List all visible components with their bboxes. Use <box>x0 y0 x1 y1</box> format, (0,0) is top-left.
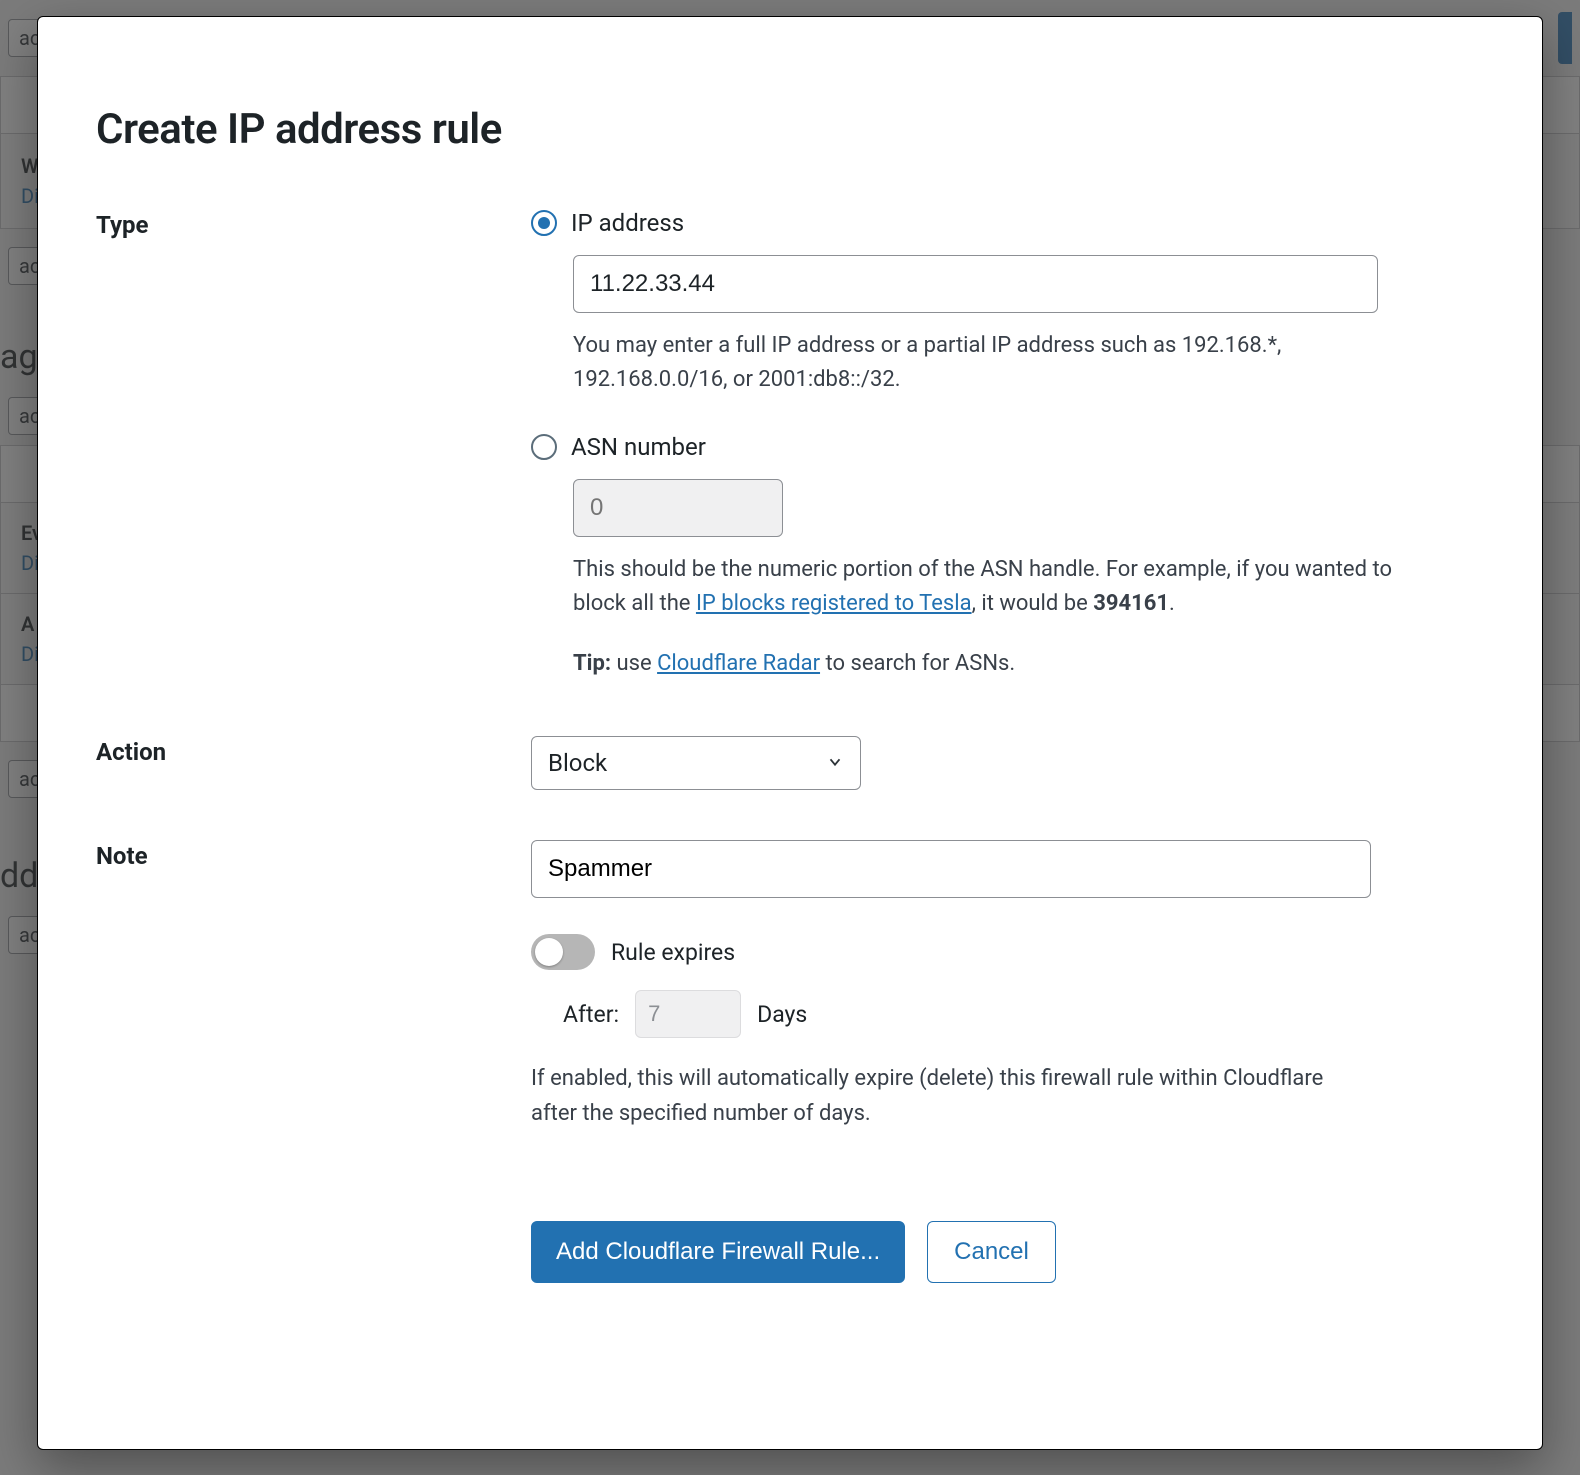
ip-address-input[interactable] <box>573 255 1378 313</box>
asn-radio[interactable] <box>531 434 557 460</box>
action-select-value: Block <box>548 749 607 777</box>
note-input[interactable] <box>531 840 1371 898</box>
asn-input[interactable] <box>573 479 783 537</box>
asn-tip-text: Tip: use Cloudflare Radar to search for … <box>573 647 1403 681</box>
ip-address-radio[interactable] <box>531 210 557 236</box>
modal-title: Create IP address rule <box>96 105 1484 154</box>
asn-radio-label: ASN number <box>571 433 706 461</box>
expires-help-text: If enabled, this will automatically expi… <box>531 1062 1351 1130</box>
type-option-ip: IP address You may enter a full IP addre… <box>531 209 1484 397</box>
cloudflare-radar-link[interactable]: Cloudflare Radar <box>657 651 820 676</box>
create-ip-rule-modal: Create IP address rule Type IP address Y… <box>37 16 1543 1450</box>
days-label: Days <box>757 1001 807 1028</box>
type-option-asn: ASN number This should be the numeric po… <box>531 433 1484 681</box>
ip-help-text: You may enter a full IP address or a par… <box>573 329 1403 397</box>
chevron-down-icon <box>826 749 844 777</box>
rule-expires-label: Rule expires <box>611 939 735 966</box>
action-label: Action <box>96 736 531 766</box>
after-label: After: <box>563 1001 619 1028</box>
type-radiogroup: IP address You may enter a full IP addre… <box>531 209 1484 681</box>
cancel-button[interactable]: Cancel <box>927 1221 1056 1283</box>
note-label: Note <box>96 840 531 870</box>
ip-address-radio-label: IP address <box>571 209 684 237</box>
asn-help-text: This should be the numeric portion of th… <box>573 553 1403 621</box>
action-select[interactable]: Block <box>531 736 861 790</box>
rule-expires-toggle[interactable] <box>531 934 595 970</box>
days-input[interactable] <box>635 990 741 1038</box>
type-label: Type <box>96 209 531 239</box>
tesla-link[interactable]: IP blocks registered to Tesla <box>696 591 972 616</box>
add-firewall-rule-button[interactable]: Add Cloudflare Firewall Rule... <box>531 1221 905 1283</box>
